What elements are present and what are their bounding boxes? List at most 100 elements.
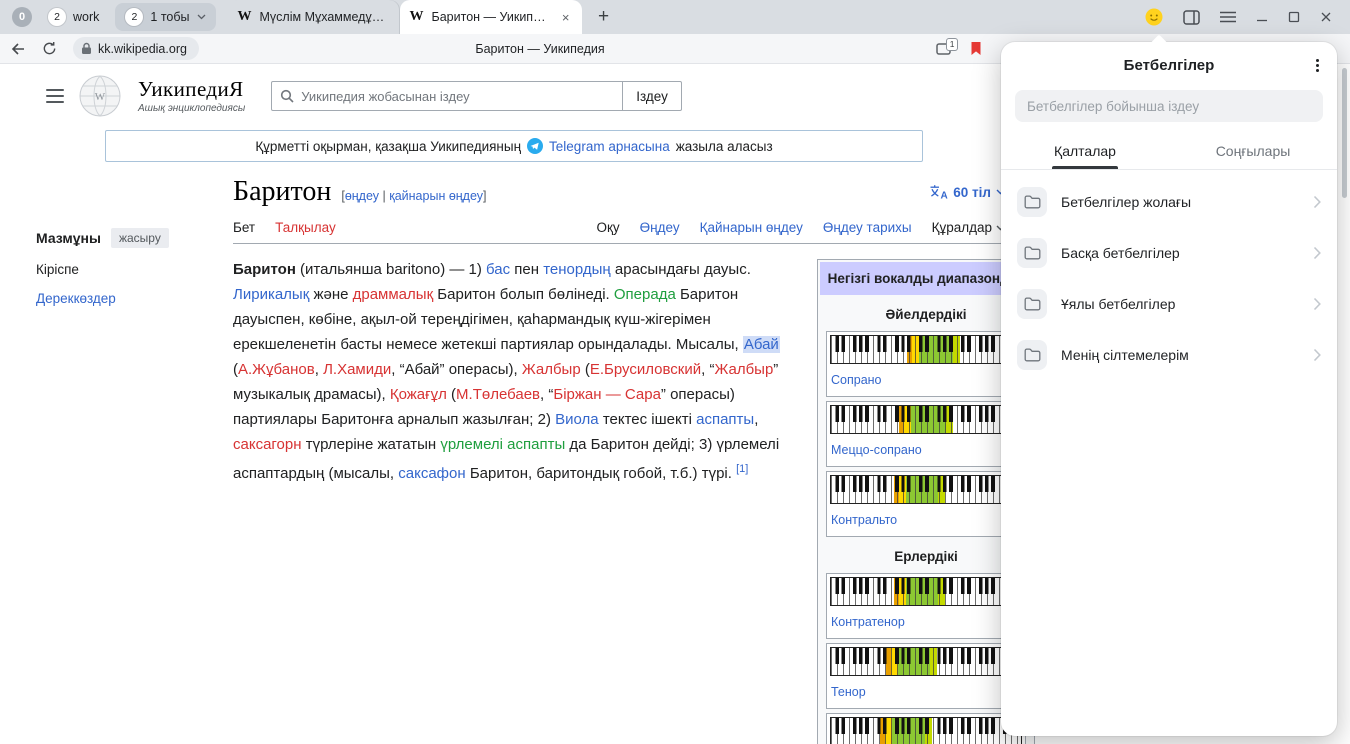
piano-keyboard-image[interactable]: [830, 647, 1022, 676]
bookmarks-panel-title: Бетбелгілер: [1124, 57, 1215, 74]
page-tab[interactable]: Талқылау: [275, 220, 336, 235]
piano-keyboard-image[interactable]: [830, 475, 1022, 504]
bookmark-folder-item[interactable]: Менің сілтемелерім: [1001, 329, 1337, 380]
tab-group-collapsed-badge[interactable]: 0: [12, 7, 32, 27]
maximize-button[interactable]: [1288, 11, 1300, 23]
article-link[interactable]: А.Жұбанов: [238, 361, 315, 378]
bookmark-folder-item[interactable]: Бетбелгілер жолағы: [1001, 176, 1337, 227]
chevron-right-icon: [1313, 195, 1321, 209]
article-link[interactable]: драммалық: [353, 286, 434, 303]
wiki-logo-subtitle: Ашық энциклопедиясы: [138, 103, 245, 114]
tab-group-work[interactable]: 2 work: [38, 3, 109, 31]
article-link[interactable]: бас: [486, 261, 510, 278]
new-tab-button[interactable]: +: [590, 3, 618, 31]
toc-hide-button[interactable]: жасыру: [111, 228, 169, 248]
bookmark-flag-icon[interactable]: [970, 41, 982, 56]
article-link[interactable]: Жалбыр: [714, 361, 773, 378]
bookmark-folder-item[interactable]: Басқа бетбелгілер: [1001, 227, 1337, 278]
article-link[interactable]: Виола: [555, 411, 599, 428]
page-tab[interactable]: Өңдеу тарихы: [823, 220, 912, 235]
article-link[interactable]: Абай: [743, 336, 780, 353]
piano-keyboard-image[interactable]: [830, 335, 1022, 364]
piano-keyboard-image[interactable]: [830, 717, 1022, 744]
piano-keyboard-image[interactable]: [830, 577, 1022, 606]
bookmarks-search[interactable]: [1015, 90, 1323, 122]
wikipedia-globe-logo[interactable]: W: [78, 74, 122, 118]
svg-text:A: A: [941, 191, 948, 201]
page-tab[interactable]: Оқу: [596, 220, 619, 235]
article-link[interactable]: саксафон: [398, 465, 465, 482]
assistant-icon[interactable]: [1145, 8, 1163, 26]
article-link[interactable]: Л.Хамиди: [323, 361, 391, 378]
page-scrollbar[interactable]: [1342, 68, 1347, 198]
side-panel-icon[interactable]: [1183, 10, 1200, 25]
edit-link[interactable]: өңдеу: [345, 189, 379, 203]
refresh-button[interactable]: [42, 41, 57, 56]
article-link[interactable]: Біржан — Сара: [553, 386, 661, 403]
address-bar[interactable]: kk.wikipedia.org: [73, 37, 199, 60]
minimize-button[interactable]: [1256, 11, 1268, 23]
chevron-right-icon: [1313, 348, 1321, 362]
voice-label[interactable]: Контральто: [831, 508, 897, 533]
folder-label: Ұялы бетбелгілер: [1061, 296, 1299, 312]
article-text: , “: [701, 361, 714, 378]
voice-label[interactable]: Сопрано: [831, 368, 882, 393]
voice-label[interactable]: Меццо-сопрано: [831, 438, 922, 463]
search-icon: [280, 89, 294, 103]
tab-group-label: work: [73, 10, 99, 24]
bookmark-folder-item[interactable]: Ұялы бетбелгілер: [1001, 278, 1337, 329]
banner-text: Құрметті оқырман, қазақша Уикипедияның: [255, 139, 521, 154]
tab-counter-badge: 1: [946, 38, 958, 51]
page-tab[interactable]: Бет: [233, 220, 255, 235]
kebab-menu-icon[interactable]: [1316, 57, 1319, 74]
article-link[interactable]: тенордың: [543, 261, 611, 278]
bookmarks-tab-folders[interactable]: Қалталар: [1001, 132, 1169, 169]
page-tab[interactable]: Құралдар: [932, 220, 1005, 235]
black-keys: [831, 336, 1021, 352]
article-link[interactable]: аспапты: [696, 411, 754, 428]
hamburger-menu-icon[interactable]: [46, 89, 64, 103]
browser-tab[interactable]: WМүслім Мұхаммедұлы Ма: [228, 0, 400, 34]
article-text: түрлеріне жататын: [302, 436, 441, 453]
voice-label[interactable]: Контратенор: [831, 610, 905, 635]
wiki-search-button[interactable]: Іздеу: [623, 81, 682, 111]
article-link[interactable]: Е.Брусиловский: [590, 361, 701, 378]
voice-label-row: Контральто: [830, 508, 1022, 533]
page-tab[interactable]: Өңдеу: [640, 220, 680, 235]
wikipedia-wordmark[interactable]: УикипедиЯ Ашық энциклопедиясы: [138, 78, 245, 114]
toc-item[interactable]: Дереккөздер: [36, 291, 197, 306]
close-button[interactable]: [1320, 11, 1332, 23]
tabbar-right-icons: [1145, 8, 1342, 26]
toc-item[interactable]: Кіріспе: [36, 262, 197, 277]
tab-group-1-toby[interactable]: 2 1 тобы: [115, 3, 215, 31]
article-link[interactable]: саксагорн: [233, 436, 302, 453]
tab-close-icon[interactable]: ×: [560, 10, 572, 25]
article-text: тектес ішекті: [599, 411, 696, 428]
bookmarks-tab-recent[interactable]: Соңғылары: [1169, 132, 1337, 169]
article-link[interactable]: [1]: [736, 463, 748, 475]
browser-tab[interactable]: W Баритон — Уикипедия ×: [400, 0, 582, 34]
tab-title: Баритон — Уикипедия: [432, 10, 552, 24]
edit-source-link[interactable]: қайнарын өңдеу: [389, 189, 483, 203]
wikipedia-favicon: W: [410, 9, 424, 25]
back-button[interactable]: [10, 41, 26, 57]
article-link[interactable]: Лирикалық: [233, 286, 309, 303]
bookmarks-search-input[interactable]: [1027, 99, 1311, 114]
telegram-link[interactable]: Telegram арнасына: [549, 139, 670, 154]
wiki-search-input[interactable]: [301, 89, 614, 104]
page-tab[interactable]: Қайнарын өңдеу: [700, 220, 803, 235]
piano-keyboard-image[interactable]: [830, 405, 1022, 434]
article-link[interactable]: М.Төлебаев: [456, 386, 540, 403]
browser-menu-icon[interactable]: [1220, 11, 1236, 23]
tab-counter-icon[interactable]: 1: [936, 42, 952, 55]
article-link[interactable]: Операда: [614, 286, 676, 303]
article-link[interactable]: Жалбыр: [522, 361, 581, 378]
article-link[interactable]: үрлемелі аспапты: [440, 436, 565, 453]
telegram-icon: [527, 138, 543, 154]
folder-label: Бетбелгілер жолағы: [1061, 194, 1299, 210]
black-keys: [831, 648, 1021, 664]
toolbar-right-icons: 1: [936, 41, 982, 56]
article-link[interactable]: Қожағұл: [390, 386, 447, 403]
voice-label[interactable]: Тенор: [831, 680, 866, 705]
tab-title: Мүслім Мұхаммедұлы Ма: [260, 10, 390, 24]
